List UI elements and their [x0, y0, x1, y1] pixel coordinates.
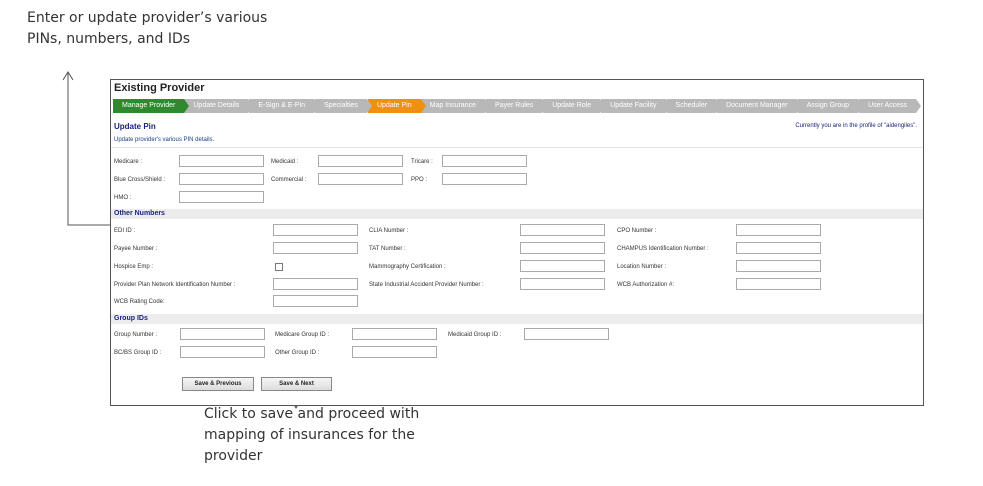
section-heading: Update Pin: [114, 122, 156, 131]
tricare-label: Tricare :: [411, 159, 433, 165]
payee-input[interactable]: [273, 242, 358, 254]
tab-document-manager[interactable]: Document Manager: [717, 99, 802, 113]
profile-note: Currently you are in the profile of "aid…: [795, 123, 917, 129]
medicare-input[interactable]: [179, 155, 264, 167]
tab-e-sign-e-pin[interactable]: E-Sign & E-Pin: [249, 99, 319, 113]
tab-scheduler[interactable]: Scheduler: [666, 99, 721, 113]
blue-cross-input[interactable]: [179, 173, 264, 185]
commercial-input[interactable]: [318, 173, 403, 185]
medicaid-group-input[interactable]: [524, 328, 609, 340]
siap-input[interactable]: [520, 278, 605, 290]
mammography-label: Mammography Certification :: [369, 264, 446, 270]
ppn-label: Provider Plan Network Identification Num…: [114, 282, 236, 288]
hmo-label: HMO :: [114, 195, 132, 201]
champus-label: CHAMPUS Identification Number :: [617, 246, 709, 252]
annotation-top-note: Enter or update provider’s various PINs,…: [27, 10, 268, 47]
tab-user-access[interactable]: User Access: [859, 99, 921, 113]
edi-id-label: EDI ID :: [114, 228, 136, 234]
cpo-input[interactable]: [736, 224, 821, 236]
ppo-input[interactable]: [442, 173, 527, 185]
wcb-auth-label: WCB Authorization #:: [617, 282, 675, 288]
tat-label: TAT Number :: [369, 246, 406, 252]
tab-update-pin[interactable]: Update Pin: [367, 99, 426, 113]
other-group-input[interactable]: [352, 346, 437, 358]
top-connector-line: [67, 73, 110, 226]
section-subheading: Update provider's various PIN details.: [114, 137, 215, 143]
save-previous-button[interactable]: Save & Previous: [182, 377, 254, 391]
other-group-label: Other Group ID :: [275, 350, 320, 356]
hospice-label: Hospice Emp :: [114, 264, 154, 270]
wcb-auth-input[interactable]: [736, 278, 821, 290]
wcb-rating-input[interactable]: [273, 295, 358, 307]
medicaid-label: Medicaid :: [271, 159, 299, 165]
location-label: Location Number :: [617, 264, 667, 270]
siap-label: State Industrial Accident Provider Numbe…: [369, 282, 484, 288]
commercial-label: Commercial :: [271, 177, 307, 183]
other-numbers-title: Other Numbers: [114, 210, 165, 217]
hospice-checkbox[interactable]: [275, 263, 283, 271]
page-title: Existing Provider: [114, 82, 205, 94]
save-next-button[interactable]: Save & Next: [261, 377, 332, 391]
ppo-label: PPO :: [411, 177, 428, 183]
provider-frame: Existing Provider Manage Provider Update …: [110, 79, 924, 406]
bcbs-group-label: BC/BS Group ID :: [114, 350, 162, 356]
medicare-group-label: Medicare Group ID :: [275, 332, 330, 338]
tricare-input[interactable]: [442, 155, 527, 167]
edi-id-input[interactable]: [273, 224, 358, 236]
workflow-tabs: Manage Provider Update Details E-Sign & E-…: [113, 99, 921, 113]
tab-payer-rules[interactable]: Payer Rules: [486, 99, 548, 113]
group-ids-title: Group IDs: [114, 315, 148, 322]
medicaid-input[interactable]: [318, 155, 403, 167]
top-arrowhead: [62, 71, 74, 81]
annotation-bottom-note: Click to save and proceed with mapping o…: [204, 406, 420, 464]
medicare-group-input[interactable]: [352, 328, 437, 340]
medicare-label: Medicare :: [114, 159, 143, 165]
clia-input[interactable]: [520, 224, 605, 236]
mammography-input[interactable]: [520, 260, 605, 272]
hmo-input[interactable]: [179, 191, 264, 203]
group-number-label: Group Number :: [114, 332, 158, 338]
ppn-input[interactable]: [273, 278, 358, 290]
clia-label: CLIA Number :: [369, 228, 409, 234]
medicaid-group-label: Medicaid Group ID :: [448, 332, 502, 338]
tab-map-insurance[interactable]: Map Insurance: [420, 99, 491, 113]
other-numbers-header: Other Numbers: [111, 209, 923, 219]
blue-cross-label: Blue Cross/Shield :: [114, 177, 166, 183]
tab-specialties[interactable]: Specialties: [315, 99, 372, 113]
payee-label: Payee Number :: [114, 246, 158, 252]
wcb-rating-label: WCB Rating Code:: [114, 299, 165, 305]
tab-update-role[interactable]: Update Role: [543, 99, 606, 113]
tab-assign-group[interactable]: Assign Group: [797, 99, 864, 113]
champus-input[interactable]: [736, 242, 821, 254]
group-number-input[interactable]: [180, 328, 265, 340]
location-input[interactable]: [736, 260, 821, 272]
tab-update-facility[interactable]: Update Facility: [601, 99, 671, 113]
group-ids-header: Group IDs: [111, 314, 923, 324]
tab-manage-provider[interactable]: Manage Provider: [113, 99, 190, 113]
bcbs-group-input[interactable]: [180, 346, 265, 358]
cpo-label: CPO Number :: [617, 228, 657, 234]
divider: [111, 147, 923, 148]
tab-update-details[interactable]: Update Details: [184, 99, 254, 113]
tat-input[interactable]: [520, 242, 605, 254]
